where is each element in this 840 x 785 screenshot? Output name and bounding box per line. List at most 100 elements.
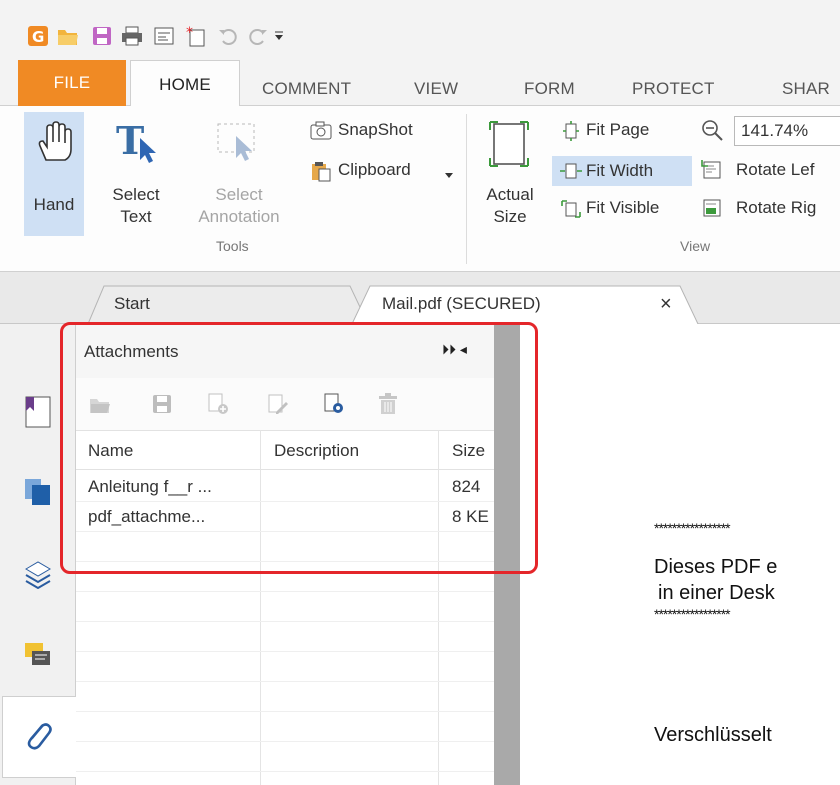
panel-splitter[interactable] [494, 324, 520, 785]
quick-access-toolbar: G * [0, 0, 840, 60]
column-header-size[interactable]: Size [452, 441, 492, 461]
clipboard-label: Clipboard [338, 160, 411, 179]
table-row-empty [76, 652, 494, 682]
rotate-left-icon [700, 159, 724, 186]
document-stars-line: ***************** [654, 520, 731, 536]
bookmark-icon[interactable] [20, 394, 56, 430]
select-text-icon: T [116, 118, 160, 169]
attachment-size: 8 KE [452, 507, 489, 526]
fit-page-button[interactable]: Fit Page [556, 118, 690, 144]
table-row-empty [76, 622, 494, 652]
attachment-name: Anleitung f__r ... [88, 477, 212, 496]
zoom-out-button[interactable] [700, 118, 726, 144]
fit-page-label: Fit Page [586, 120, 650, 139]
svg-text:*: * [186, 25, 193, 41]
table-row-empty [76, 742, 494, 772]
fit-page-icon [560, 121, 582, 146]
column-header-description[interactable]: Description [274, 441, 359, 461]
tab-comment[interactable]: COMMENT [262, 72, 351, 106]
layers-icon[interactable] [20, 556, 56, 592]
attachments-toolbar [76, 378, 494, 430]
save-attachment-icon[interactable] [148, 390, 176, 418]
select-text-label-line1: Select [112, 185, 160, 204]
clipboard-icon [310, 160, 332, 187]
view-group-label: View [680, 238, 711, 254]
attachment-size: 824 [452, 477, 481, 496]
edit-attachment-icon[interactable] [264, 390, 292, 418]
print-icon[interactable] [120, 24, 144, 48]
zoom-input[interactable]: 141.74% [734, 116, 840, 146]
document-stars-line: ***************** [654, 606, 731, 622]
document-tab-bar: Start Mail.pdf (SECURED) × [0, 272, 840, 324]
zoom-value: 141.74% [741, 121, 809, 140]
actual-size-icon [488, 120, 530, 173]
tab-start[interactable]: Start [114, 286, 150, 324]
tab-share[interactable]: SHAR [782, 72, 830, 106]
customize-dropdown-icon[interactable] [272, 24, 286, 48]
tab-protect[interactable]: PROTECT [632, 72, 715, 106]
attachments-panel-title: Attachments [84, 342, 179, 361]
tools-group-label: Tools [216, 238, 249, 254]
close-tab-icon[interactable]: × [660, 286, 672, 324]
snapshot-label: SnapShot [338, 120, 413, 139]
actual-size-label-line2: Size [493, 207, 527, 226]
new-icon[interactable]: * [184, 24, 208, 48]
document-view[interactable]: ***************** Dieses PDF e in einer … [520, 324, 840, 785]
fit-width-icon [560, 161, 582, 186]
panel-collapse-icon[interactable]: ⏵⏵ ◂ [442, 341, 467, 358]
tab-mail-pdf[interactable]: Mail.pdf (SECURED) [382, 286, 541, 324]
fit-width-button[interactable]: Fit Width [552, 156, 692, 186]
table-row-empty [76, 532, 494, 562]
attachments-nav-tab[interactable] [2, 696, 76, 778]
navigation-sidebar [0, 324, 76, 785]
pages-icon[interactable] [20, 474, 56, 510]
tab-view[interactable]: VIEW [414, 72, 458, 106]
hand-icon [34, 120, 74, 169]
actual-size-button[interactable]: Actual Size [476, 112, 544, 236]
hand-label: Hand [33, 195, 75, 214]
table-row[interactable]: pdf_attachme... 8 KE [76, 502, 494, 532]
table-row-empty [76, 592, 494, 622]
table-row[interactable]: Anleitung f__r ... 824 [76, 472, 494, 502]
add-attachment-icon[interactable] [204, 390, 232, 418]
group-separator [466, 114, 467, 264]
fit-visible-icon [560, 199, 582, 224]
app-icon[interactable]: G [26, 24, 50, 48]
actual-size-label-line1: Actual [486, 185, 534, 204]
column-header-name[interactable]: Name [88, 441, 133, 461]
hand-button[interactable]: Hand [24, 112, 84, 236]
select-text-label-line2: Text [120, 207, 152, 226]
snapshot-button[interactable]: SnapShot [310, 118, 460, 144]
rotate-left-button[interactable]: Rotate Lef [700, 158, 840, 184]
attachments-panel: Attachments ⏵⏵ ◂ Name Description Size A… [76, 324, 494, 785]
attachment-settings-icon[interactable] [320, 390, 348, 418]
document-text-line: Dieses PDF e [654, 556, 778, 578]
delete-attachment-icon[interactable] [374, 390, 402, 418]
tab-file[interactable]: FILE [18, 60, 126, 106]
properties-icon[interactable] [152, 24, 176, 48]
tab-form[interactable]: FORM [524, 72, 575, 106]
document-text-line: Verschlüsselt [654, 724, 772, 746]
redo-icon[interactable] [246, 24, 270, 48]
document-text-line: in einer Desk [658, 582, 775, 604]
fit-visible-label: Fit Visible [586, 198, 660, 217]
select-text-button[interactable]: T Select Text [100, 112, 172, 236]
clipboard-button[interactable]: Clipboard [310, 158, 460, 184]
fit-visible-button[interactable]: Fit Visible [556, 196, 690, 222]
zoom-out-icon [700, 118, 726, 147]
open-folder-icon[interactable] [56, 24, 80, 48]
attachment-name: pdf_attachme... [88, 507, 206, 526]
open-attachment-icon[interactable] [86, 390, 114, 418]
rotate-right-icon [700, 197, 724, 224]
paperclip-icon [23, 719, 53, 758]
rotate-right-button[interactable]: Rotate Rig [700, 196, 840, 222]
tab-home[interactable]: HOME [130, 60, 240, 107]
rotate-right-label: Rotate Rig [736, 198, 817, 217]
save-icon[interactable] [90, 24, 114, 48]
undo-icon[interactable] [216, 24, 240, 48]
comments-icon[interactable] [20, 638, 56, 674]
table-row-empty [76, 682, 494, 712]
select-annotation-button[interactable]: Select Annotation [184, 112, 294, 236]
select-annotation-label-line2: Annotation [198, 207, 280, 226]
svg-text:G: G [32, 28, 44, 46]
